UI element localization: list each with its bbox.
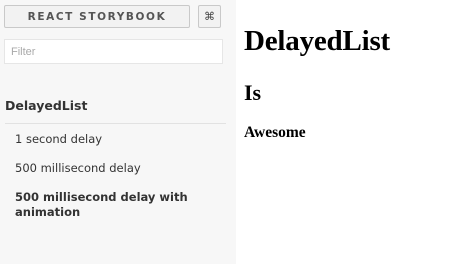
preview-heading-3: Awesome [244,124,306,141]
filter-input[interactable] [4,39,223,64]
storybook-brand-button[interactable]: REACT STORYBOOK [4,5,190,28]
story-item[interactable]: 500 millisecond delay [15,161,141,176]
divider [5,123,226,124]
preview-heading-2: Is [244,80,262,105]
story-kind-title[interactable]: DelayedList [5,98,87,113]
preview-pane: DelayedList Is Awesome [236,0,474,264]
story-item-selected[interactable]: 500 millisecond delay with animation [15,190,200,220]
story-item[interactable]: 1 second delay [15,132,102,147]
sidebar: REACT STORYBOOK ⌘ DelayedList 1 second d… [0,0,236,264]
shortcuts-button[interactable]: ⌘ [198,5,221,28]
command-icon: ⌘ [204,10,215,23]
sidebar-header: REACT STORYBOOK ⌘ [4,5,221,28]
preview-heading-1: DelayedList [244,25,391,57]
storybook-app: REACT STORYBOOK ⌘ DelayedList 1 second d… [0,0,474,264]
